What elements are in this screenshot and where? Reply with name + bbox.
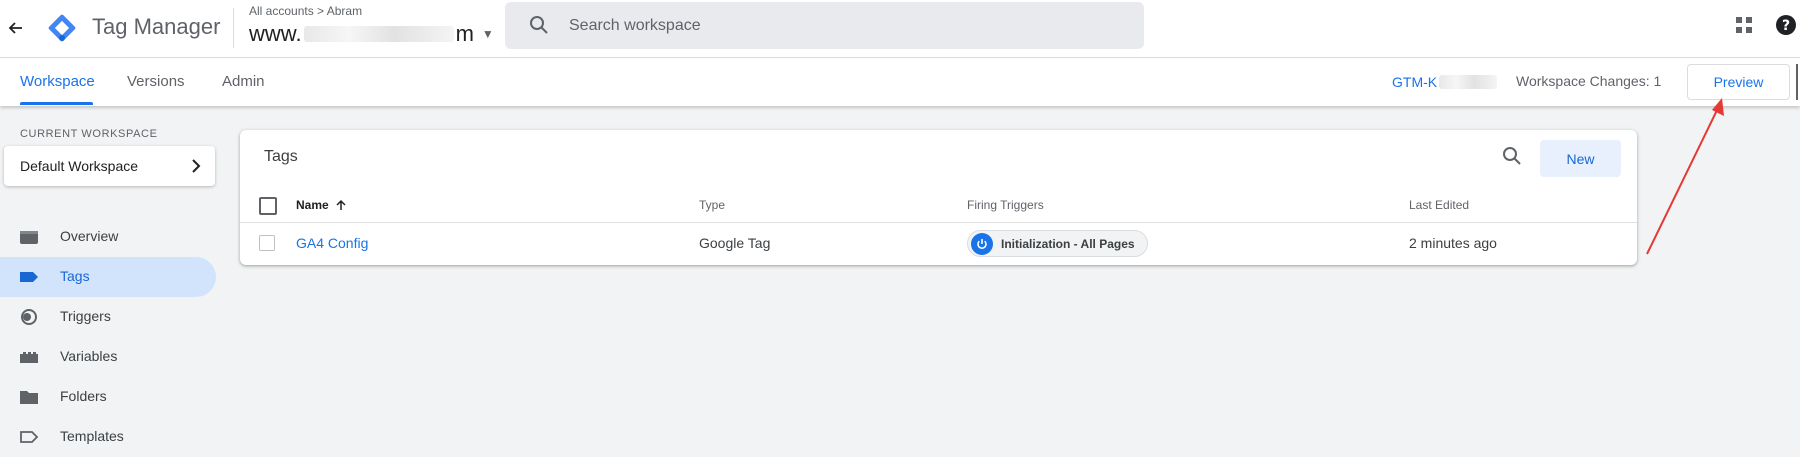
redacted-area bbox=[1439, 75, 1498, 89]
folder-icon bbox=[20, 391, 38, 404]
template-icon bbox=[20, 431, 39, 443]
breadcrumb-separator: > bbox=[317, 4, 325, 18]
workspace-name: Default Workspace bbox=[20, 158, 139, 174]
row-checkbox[interactable] bbox=[259, 235, 275, 251]
trigger-label: Initialization - All Pages bbox=[1001, 236, 1135, 251]
sidebar-item-triggers[interactable]: Triggers bbox=[0, 297, 216, 337]
trigger-icon bbox=[21, 309, 37, 325]
container-name-prefix: www. bbox=[249, 21, 302, 46]
variables-icon bbox=[20, 352, 38, 363]
trigger-chip[interactable]: Initialization - All Pages bbox=[967, 230, 1148, 257]
last-edited: 2 minutes ago bbox=[1409, 235, 1497, 251]
tag-type: Google Tag bbox=[699, 235, 771, 251]
workspace-selector[interactable]: Default Workspace bbox=[4, 146, 215, 186]
breadcrumb-all-accounts[interactable]: All accounts bbox=[249, 4, 314, 18]
card-title: Tags bbox=[264, 148, 298, 165]
tags-card: Tags New Name Type Firing Triggers Last … bbox=[240, 130, 1637, 265]
dropdown-caret-icon[interactable]: ▼ bbox=[482, 27, 494, 41]
tag-name-link[interactable]: GA4 Config bbox=[296, 235, 368, 251]
top-bar: Tag Manager All accounts > Abram www. m … bbox=[0, 0, 1800, 58]
sort-arrow-up-icon[interactable] bbox=[335, 199, 347, 211]
container-selector[interactable]: www. m ▼ bbox=[249, 21, 494, 47]
sidebar-item-variables[interactable]: Variables bbox=[0, 337, 216, 377]
sidebar-item-label: Folders bbox=[60, 388, 107, 404]
sidebar-item-label: Variables bbox=[60, 348, 118, 364]
divider bbox=[233, 8, 234, 48]
column-header-label: Name bbox=[296, 198, 329, 212]
preview-button[interactable]: Preview bbox=[1687, 64, 1790, 100]
select-all-checkbox[interactable] bbox=[259, 197, 277, 215]
search-bar[interactable]: Search workspace bbox=[505, 2, 1144, 49]
workspace-changes: Workspace Changes: 1 bbox=[1516, 73, 1662, 89]
chevron-right-icon bbox=[192, 159, 201, 173]
table-row[interactable]: GA4 Config Google Tag Initialization - A… bbox=[240, 223, 1637, 263]
svg-text:?: ? bbox=[1782, 18, 1790, 34]
column-header-last-edited[interactable]: Last Edited bbox=[1409, 198, 1469, 212]
sidebar-item-label: Templates bbox=[60, 428, 124, 444]
sidebar-item-folders[interactable]: Folders bbox=[0, 377, 216, 417]
breadcrumb-account[interactable]: Abram bbox=[327, 4, 362, 18]
tag-manager-logo-icon bbox=[44, 10, 80, 46]
container-name-suffix: m bbox=[455, 21, 474, 46]
workspace-nav-bar: Workspace Versions Admin GTM-K Workspace… bbox=[0, 58, 1800, 106]
sidebar-item-overview[interactable]: Overview bbox=[0, 217, 216, 257]
search-icon bbox=[530, 16, 548, 34]
annotation-arrow-icon bbox=[1646, 98, 1724, 255]
sidebar-item-label: Triggers bbox=[60, 308, 111, 324]
container-id-prefix: GTM-K bbox=[1392, 74, 1438, 90]
sidebar-item-label: Tags bbox=[60, 268, 90, 284]
table-header: Name Type Firing Triggers Last Edited bbox=[240, 186, 1637, 223]
sidebar-item-label: Overview bbox=[60, 228, 119, 244]
new-tag-button[interactable]: New bbox=[1540, 140, 1621, 177]
container-id[interactable]: GTM-K bbox=[1392, 74, 1499, 90]
column-header-type[interactable]: Type bbox=[699, 198, 725, 212]
help-icon[interactable]: ? bbox=[1775, 14, 1797, 41]
tab-versions[interactable]: Versions bbox=[127, 73, 185, 90]
current-workspace-label: CURRENT WORKSPACE bbox=[20, 128, 158, 140]
sidebar-item-tags[interactable]: Tags bbox=[0, 257, 216, 297]
tab-workspace[interactable]: Workspace bbox=[20, 73, 95, 90]
app-title: Tag Manager bbox=[92, 14, 221, 39]
redacted-area bbox=[303, 26, 454, 42]
search-input[interactable]: Search workspace bbox=[569, 17, 701, 35]
apps-grid-icon[interactable] bbox=[1735, 16, 1753, 39]
power-icon bbox=[971, 232, 993, 255]
column-header-firing-triggers[interactable]: Firing Triggers bbox=[967, 198, 1044, 212]
tab-admin[interactable]: Admin bbox=[222, 73, 265, 90]
search-icon[interactable] bbox=[1502, 146, 1522, 166]
back-arrow-icon[interactable] bbox=[4, 16, 28, 40]
column-header-name[interactable]: Name bbox=[296, 198, 347, 212]
breadcrumb[interactable]: All accounts > Abram bbox=[249, 4, 362, 18]
overview-icon bbox=[20, 231, 38, 244]
active-tab-indicator bbox=[20, 102, 93, 105]
submit-button-edge[interactable] bbox=[1796, 64, 1798, 100]
sidebar-item-templates[interactable]: Templates bbox=[0, 417, 216, 457]
tag-icon bbox=[20, 272, 38, 282]
